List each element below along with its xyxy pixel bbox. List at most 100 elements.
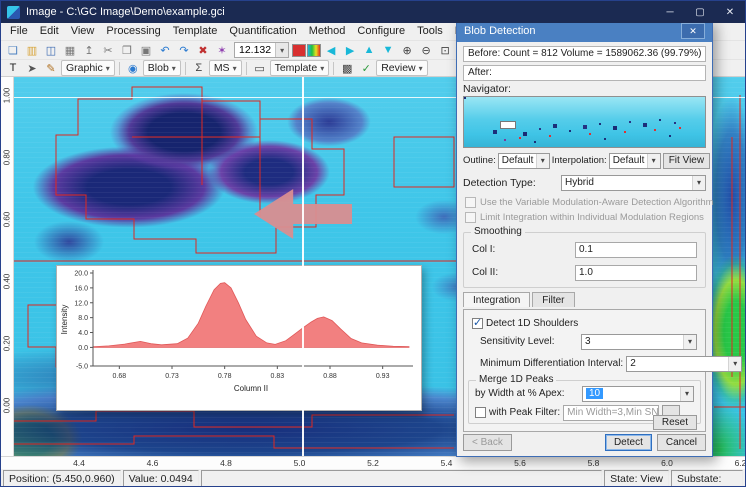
next-arrow-icon[interactable]: ▶: [341, 42, 360, 58]
color-swatch[interactable]: [292, 43, 307, 57]
reset-button[interactable]: Reset: [652, 414, 697, 430]
blob-dropdown[interactable]: Blob ▾: [142, 60, 181, 76]
zoom-level-combo[interactable]: 12.132 ▾: [234, 42, 290, 58]
interpolation-select[interactable]: Default ▾: [608, 152, 661, 169]
close-button[interactable]: ✕: [715, 1, 745, 23]
zoom-level-value: 12.132: [239, 44, 272, 56]
col1-label: Col I:: [472, 244, 496, 255]
svg-text:0.93: 0.93: [376, 373, 390, 380]
up-arrow-icon[interactable]: ▲: [360, 42, 379, 58]
blob-tool-icon[interactable]: ◉: [123, 60, 142, 76]
statusbar: Position: (5.450,0.960) Value: 0.0494 St…: [1, 469, 745, 486]
paste-icon[interactable]: ▣: [137, 42, 155, 58]
detection-type-select[interactable]: Hybrid ▾: [561, 174, 706, 191]
undo-icon[interactable]: ↶: [156, 42, 174, 58]
y-axis-ruler[interactable]: 1.00 0.80 0.60 0.40 0.20 0.00: [1, 77, 14, 456]
sensitivity-label: Sensitivity Level:: [480, 336, 555, 347]
dialog-titlebar[interactable]: Blob Detection ✕: [457, 20, 712, 42]
ms-tool-icon[interactable]: Σ: [189, 60, 208, 76]
dialog-close-button[interactable]: ✕: [681, 23, 705, 39]
dialog-tabs: Integration Filter: [463, 292, 577, 307]
wand-icon[interactable]: ✶: [213, 42, 231, 58]
cut-icon[interactable]: ✂: [99, 42, 117, 58]
ms-dropdown[interactable]: MS ▾: [208, 60, 242, 76]
x-axis-ruler[interactable]: 4.4 4.6 4.8 5.0 5.2 5.4 5.6 5.8 6.0 6.2: [1, 456, 745, 469]
smoothing-group: Smoothing Col I: 0.1 Col II: 1.0: [463, 226, 706, 288]
tab-integration[interactable]: Integration: [463, 292, 531, 307]
x-axis-tick: 5.2: [367, 458, 379, 468]
detect-button[interactable]: Detect: [604, 434, 652, 451]
menu-configure[interactable]: Configure: [351, 23, 411, 40]
sensitivity-select[interactable]: 3 ▾: [581, 333, 697, 350]
save-icon[interactable]: ◫: [42, 42, 60, 58]
min-diff-select[interactable]: 2 ▾: [626, 355, 743, 372]
delete-icon[interactable]: ✖: [194, 42, 212, 58]
menu-method[interactable]: Method: [303, 23, 352, 40]
before-summary: Before: Count = 812 Volume = 1589062.36 …: [463, 46, 706, 62]
minimize-button[interactable]: ─: [655, 1, 685, 23]
menu-edit[interactable]: Edit: [34, 23, 65, 40]
after-summary: After:: [463, 65, 706, 81]
new-icon[interactable]: ❏: [4, 42, 22, 58]
chevron-down-icon: ▾: [680, 386, 693, 401]
back-button[interactable]: < Back: [463, 434, 512, 451]
menu-template[interactable]: Template: [167, 23, 224, 40]
export-icon[interactable]: ↥: [80, 42, 98, 58]
graphic-dropdown[interactable]: Graphic ▾: [61, 60, 115, 76]
outline-select[interactable]: Default ▾: [497, 152, 550, 169]
copy-icon[interactable]: ❐: [118, 42, 136, 58]
x-axis-tick: 5.6: [514, 458, 526, 468]
navigator-label: Navigator:: [463, 83, 511, 95]
limit-integration-row: Limit Integration within Individual Modu…: [465, 211, 708, 224]
fit-view-button[interactable]: Fit View: [662, 152, 711, 169]
apex-width-label: by Width at % Apex:: [475, 388, 565, 399]
zoom-in-icon[interactable]: ⊕: [398, 42, 417, 58]
menu-processing[interactable]: Processing: [100, 23, 166, 40]
template-dropdown[interactable]: Template ▾: [269, 60, 330, 76]
modulation-aware-checkbox[interactable]: [465, 197, 476, 208]
merge-peaks-group-title: Merge 1D Peaks: [476, 374, 557, 385]
cursor-vertical-line: [302, 77, 304, 456]
app-window: Image - C:\GC Image\Demo\example.gci ─ ▢…: [0, 0, 746, 487]
prev-arrow-icon[interactable]: ◀: [322, 42, 341, 58]
down-arrow-icon[interactable]: ▼: [379, 42, 398, 58]
col1-input[interactable]: 0.1: [575, 241, 697, 258]
limit-integration-checkbox[interactable]: [465, 212, 476, 223]
svg-text:20.0: 20.0: [74, 271, 88, 278]
template-tool-icon[interactable]: ▭: [250, 60, 269, 76]
toolbar-separator: [184, 61, 186, 75]
zoom-fit-icon[interactable]: ⊡: [436, 42, 455, 58]
tab-filter[interactable]: Filter: [532, 292, 575, 307]
x-axis-tick: 4.6: [146, 458, 159, 468]
print-icon[interactable]: ▦: [61, 42, 79, 58]
menu-quantification[interactable]: Quantification: [223, 23, 302, 40]
toolbar-separator: [118, 61, 120, 75]
redo-icon[interactable]: ↷: [175, 42, 193, 58]
svg-text:0.73: 0.73: [165, 373, 179, 380]
status-value: Value: 0.0494: [122, 470, 199, 486]
menu-tools[interactable]: Tools: [411, 23, 449, 40]
titlebar[interactable]: Image - C:\GC Image\Demo\example.gci ─ ▢…: [1, 1, 745, 23]
x-axis-tick: 6.2: [734, 458, 746, 468]
pointer-tool-icon[interactable]: ➤: [23, 60, 41, 76]
menu-view[interactable]: View: [65, 23, 101, 40]
navigator-preview[interactable]: [463, 96, 706, 148]
zoom-out-icon[interactable]: ⊖: [417, 42, 436, 58]
svg-text:0.68: 0.68: [113, 373, 127, 380]
detect-shoulders-checkbox[interactable]: [472, 316, 483, 329]
apex-width-combo[interactable]: 10 ▾: [582, 385, 694, 402]
measure-tool-icon[interactable]: ▩: [338, 60, 357, 76]
maximize-button[interactable]: ▢: [685, 1, 715, 23]
text-tool-icon[interactable]: T: [4, 60, 22, 76]
menu-file[interactable]: File: [4, 23, 34, 40]
outline-label: Outline:: [463, 155, 496, 166]
review-dropdown[interactable]: Review ▾: [376, 60, 428, 76]
cancel-button[interactable]: Cancel: [656, 434, 706, 451]
x-axis-tick: 4.8: [220, 458, 232, 468]
graphic-tool-icon[interactable]: ✎: [42, 60, 60, 76]
open-icon[interactable]: ▥: [23, 42, 41, 58]
annotate-tool-icon[interactable]: ✓: [357, 60, 376, 76]
svg-text:4.0: 4.0: [78, 330, 88, 337]
col2-input[interactable]: 1.0: [575, 264, 697, 281]
colormap-swatch[interactable]: [307, 43, 322, 57]
